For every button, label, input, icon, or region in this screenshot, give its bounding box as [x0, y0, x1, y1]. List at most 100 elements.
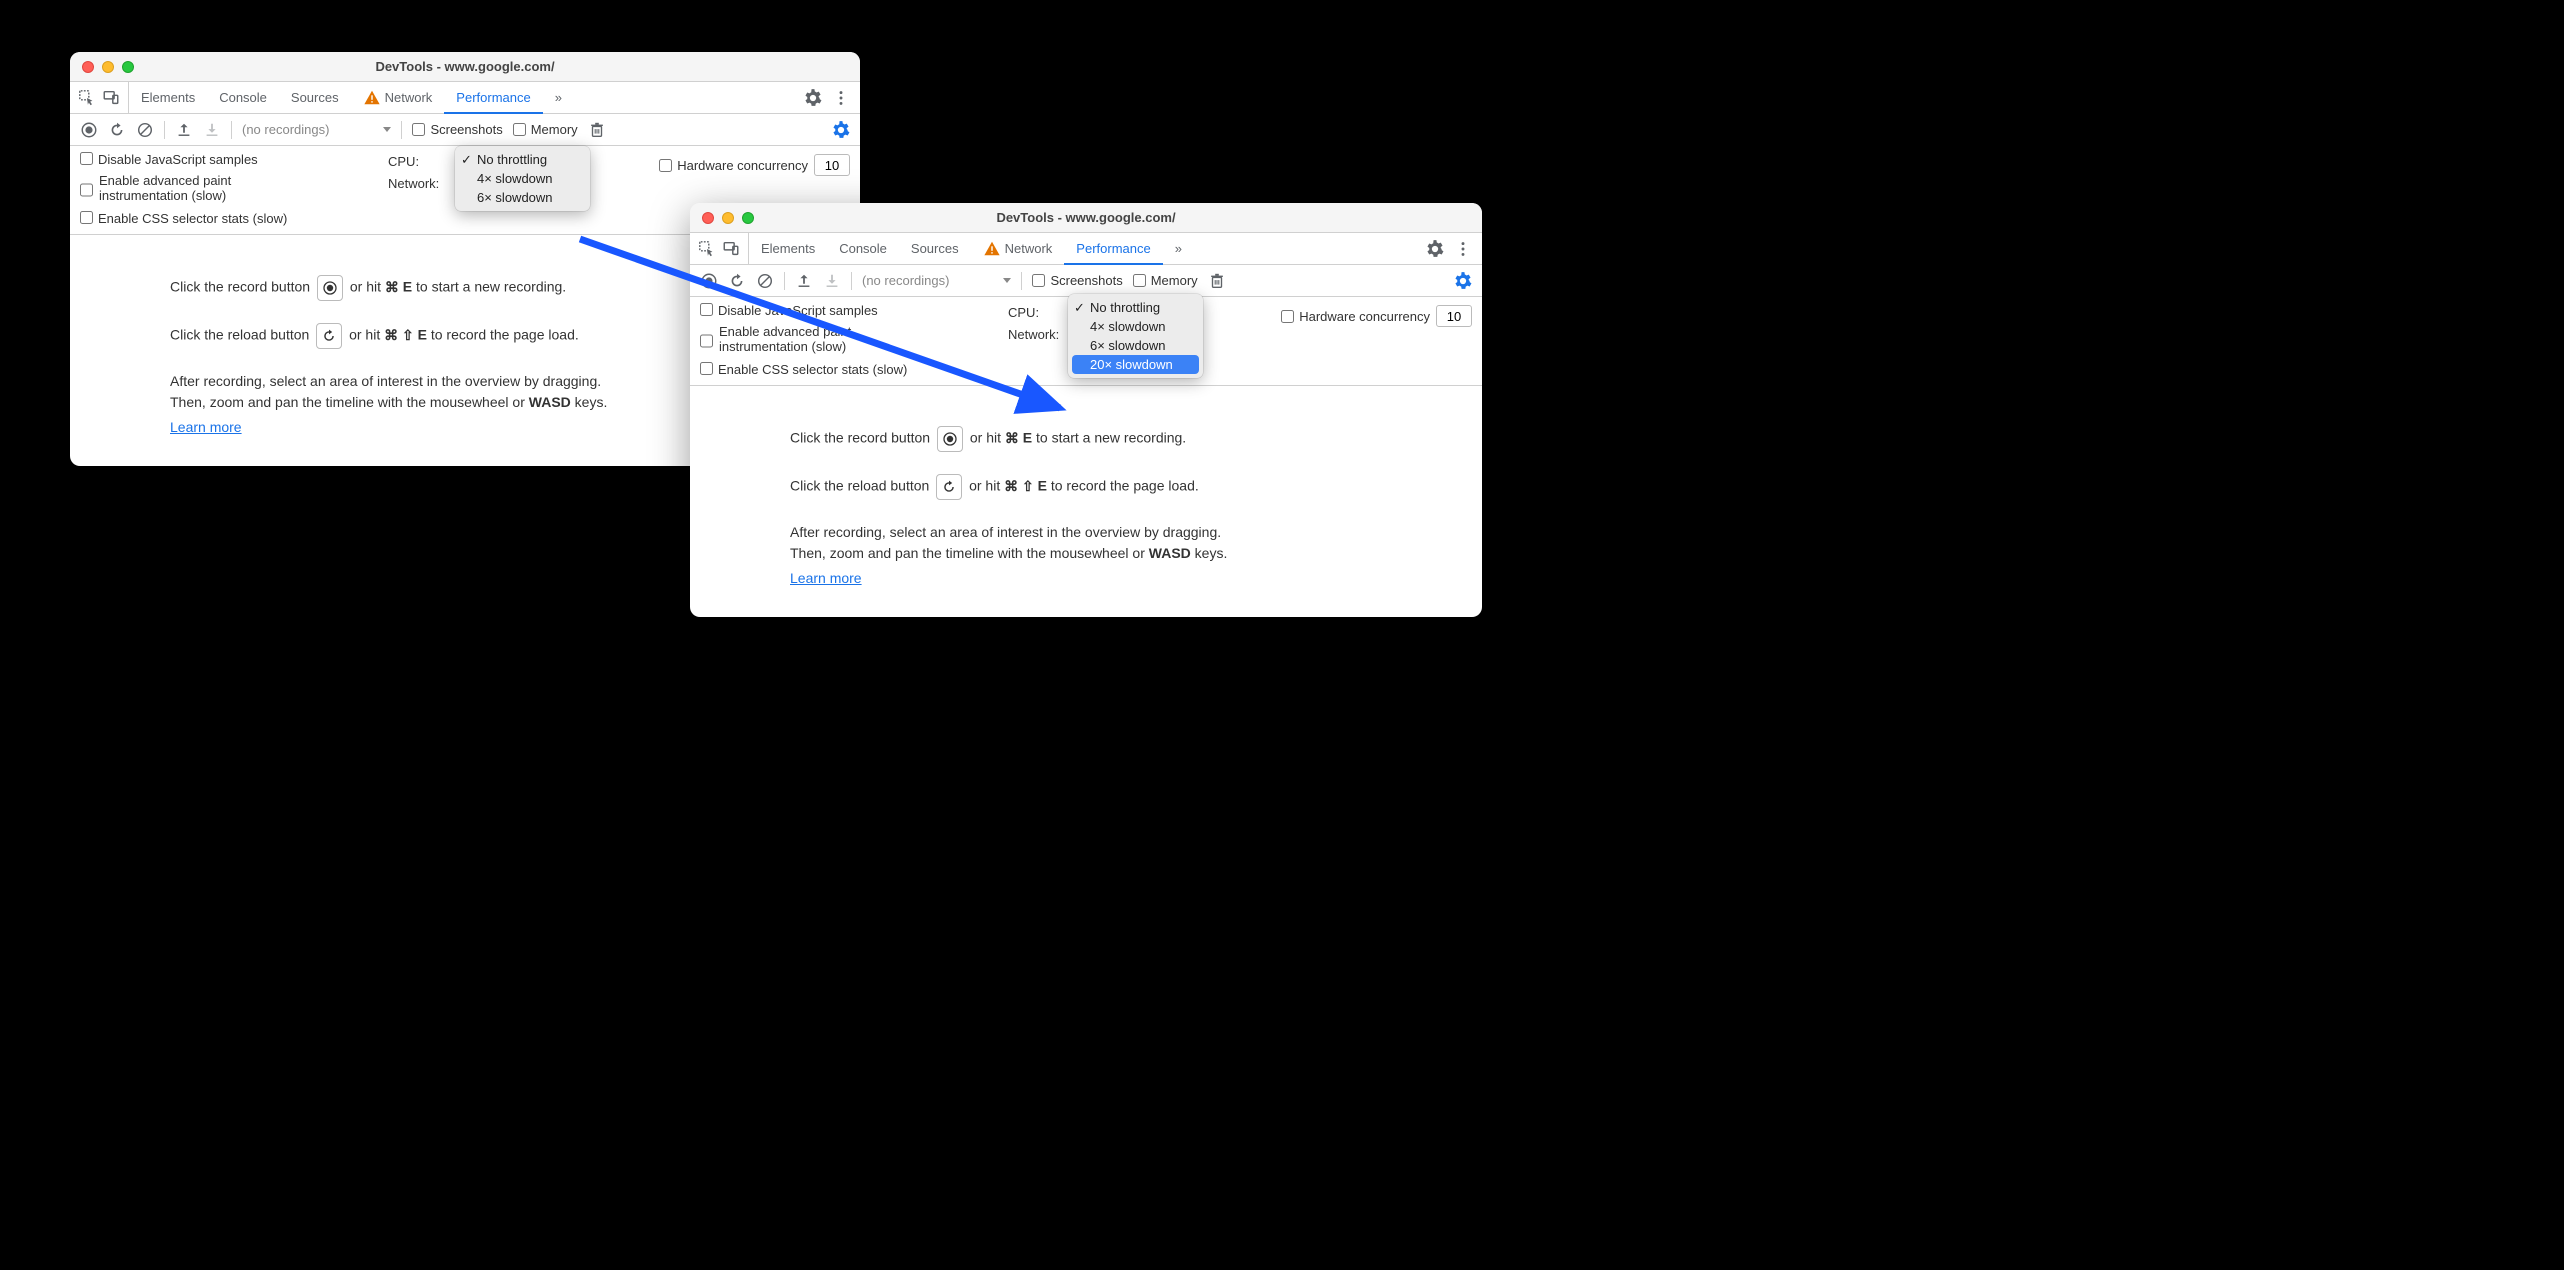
- tab-console[interactable]: Console: [827, 233, 899, 264]
- menu-item-4x[interactable]: 4× slowdown: [1068, 317, 1203, 336]
- screenshots-input[interactable]: [412, 123, 425, 136]
- screenshots-checkbox[interactable]: Screenshots: [1032, 273, 1122, 288]
- inspect-element-icon[interactable]: [698, 240, 716, 258]
- tab-elements[interactable]: Elements: [749, 233, 827, 264]
- hw-concurrency-value[interactable]: [814, 154, 850, 176]
- titlebar: DevTools - www.google.com/: [70, 52, 860, 82]
- capture-settings-icon[interactable]: [1454, 272, 1472, 290]
- screenshots-input[interactable]: [1032, 274, 1045, 287]
- performance-toolbar: (no recordings) Screenshots Memory: [690, 265, 1482, 297]
- tab-bar: Elements Console Sources Network Perform…: [70, 82, 860, 114]
- disable-js-samples-checkbox[interactable]: Disable JavaScript samples: [80, 152, 370, 167]
- disable-js-samples-input[interactable]: [80, 152, 93, 165]
- advanced-paint-label: Enable advanced paint instrumentation (s…: [719, 325, 851, 355]
- menu-item-no-throttling[interactable]: No throttling: [455, 150, 590, 169]
- recordings-label: (no recordings): [862, 273, 949, 288]
- device-toolbar-icon[interactable]: [722, 240, 740, 258]
- garbage-collect-icon[interactable]: [1208, 272, 1226, 290]
- advanced-paint-input[interactable]: [700, 327, 713, 355]
- memory-checkbox[interactable]: Memory: [513, 122, 578, 137]
- tab-network[interactable]: Network: [971, 233, 1065, 264]
- tab-performance[interactable]: Performance: [444, 83, 542, 114]
- tab-sources[interactable]: Sources: [899, 233, 971, 264]
- devtools-window-b: DevTools - www.google.com/ Elements Cons…: [690, 203, 1482, 617]
- menu-item-20x[interactable]: 20× slowdown: [1072, 355, 1199, 374]
- cpu-label: CPU:: [388, 154, 419, 169]
- learn-more-link[interactable]: Learn more: [790, 570, 862, 586]
- hw-concurrency-checkbox[interactable]: Hardware concurrency: [659, 158, 808, 173]
- settings-icon[interactable]: [1426, 240, 1444, 258]
- cmd-key-icon: [1004, 478, 1018, 494]
- garbage-collect-icon[interactable]: [588, 121, 606, 139]
- memory-checkbox[interactable]: Memory: [1133, 273, 1198, 288]
- css-selector-stats-label: Enable CSS selector stats (slow): [718, 362, 907, 377]
- hw-concurrency-label: Hardware concurrency: [677, 158, 808, 173]
- menu-item-6x[interactable]: 6× slowdown: [455, 188, 590, 207]
- cmd-key-icon: [1005, 430, 1019, 446]
- download-button: [823, 272, 841, 290]
- hw-concurrency-label: Hardware concurrency: [1299, 309, 1430, 324]
- memory-input[interactable]: [513, 123, 526, 136]
- device-toolbar-icon[interactable]: [102, 89, 120, 107]
- warning-icon: [983, 240, 1001, 258]
- screenshots-label: Screenshots: [1050, 273, 1122, 288]
- hw-concurrency-value[interactable]: [1436, 305, 1472, 327]
- clear-button[interactable]: [756, 272, 774, 290]
- advanced-paint-checkbox[interactable]: Enable advanced paint instrumentation (s…: [700, 325, 990, 355]
- shift-key-icon: [402, 327, 414, 343]
- advanced-paint-input[interactable]: [80, 176, 93, 204]
- tab-elements[interactable]: Elements: [129, 82, 207, 113]
- disable-js-samples-checkbox[interactable]: Disable JavaScript samples: [700, 303, 990, 318]
- disable-js-samples-label: Disable JavaScript samples: [98, 152, 258, 167]
- more-options-icon[interactable]: [832, 89, 850, 107]
- network-label: Network:: [388, 176, 439, 191]
- memory-label: Memory: [531, 122, 578, 137]
- menu-item-no-throttling[interactable]: No throttling: [1068, 298, 1203, 317]
- screenshots-checkbox[interactable]: Screenshots: [412, 122, 502, 137]
- warning-icon: [363, 89, 381, 107]
- hw-concurrency-input[interactable]: [659, 159, 672, 172]
- tab-more[interactable]: »: [543, 82, 574, 113]
- hw-concurrency-input[interactable]: [1281, 310, 1294, 323]
- recordings-dropdown[interactable]: (no recordings): [242, 122, 391, 137]
- network-label: Network:: [1008, 327, 1059, 342]
- more-options-icon[interactable]: [1454, 240, 1472, 258]
- capture-settings-icon[interactable]: [832, 121, 850, 139]
- tab-performance[interactable]: Performance: [1064, 234, 1162, 265]
- disable-js-samples-label: Disable JavaScript samples: [718, 303, 878, 318]
- reload-record-button[interactable]: [728, 272, 746, 290]
- tab-console[interactable]: Console: [207, 82, 279, 113]
- screenshots-label: Screenshots: [430, 122, 502, 137]
- reload-record-button[interactable]: [108, 121, 126, 139]
- tab-network[interactable]: Network: [351, 82, 445, 113]
- css-selector-stats-input[interactable]: [80, 211, 93, 224]
- record-icon-inline: [317, 275, 343, 301]
- shift-key-icon: [1022, 478, 1034, 494]
- upload-button[interactable]: [175, 121, 193, 139]
- css-selector-stats-checkbox[interactable]: Enable CSS selector stats (slow): [700, 362, 990, 377]
- recordings-dropdown[interactable]: (no recordings): [862, 273, 1011, 288]
- upload-button[interactable]: [795, 272, 813, 290]
- disable-js-samples-input[interactable]: [700, 303, 713, 316]
- cmd-key-icon: [385, 279, 399, 295]
- inspect-element-icon[interactable]: [78, 89, 96, 107]
- separator: [851, 272, 852, 290]
- memory-input[interactable]: [1133, 274, 1146, 287]
- menu-item-6x[interactable]: 6× slowdown: [1068, 336, 1203, 355]
- separator: [231, 121, 232, 139]
- css-selector-stats-checkbox[interactable]: Enable CSS selector stats (slow): [80, 211, 370, 226]
- tab-sources[interactable]: Sources: [279, 82, 351, 113]
- settings-icon[interactable]: [804, 89, 822, 107]
- hw-concurrency-checkbox[interactable]: Hardware concurrency: [1281, 309, 1430, 324]
- learn-more-link[interactable]: Learn more: [170, 419, 242, 435]
- tab-network-label: Network: [385, 90, 433, 105]
- window-title: DevTools - www.google.com/: [70, 59, 860, 74]
- advanced-paint-checkbox[interactable]: Enable advanced paint instrumentation (s…: [80, 174, 370, 204]
- menu-item-4x[interactable]: 4× slowdown: [455, 169, 590, 188]
- tab-more[interactable]: »: [1163, 233, 1194, 264]
- record-button[interactable]: [700, 272, 718, 290]
- clear-button[interactable]: [136, 121, 154, 139]
- css-selector-stats-input[interactable]: [700, 362, 713, 375]
- record-button[interactable]: [80, 121, 98, 139]
- reload-icon-inline: [316, 323, 342, 349]
